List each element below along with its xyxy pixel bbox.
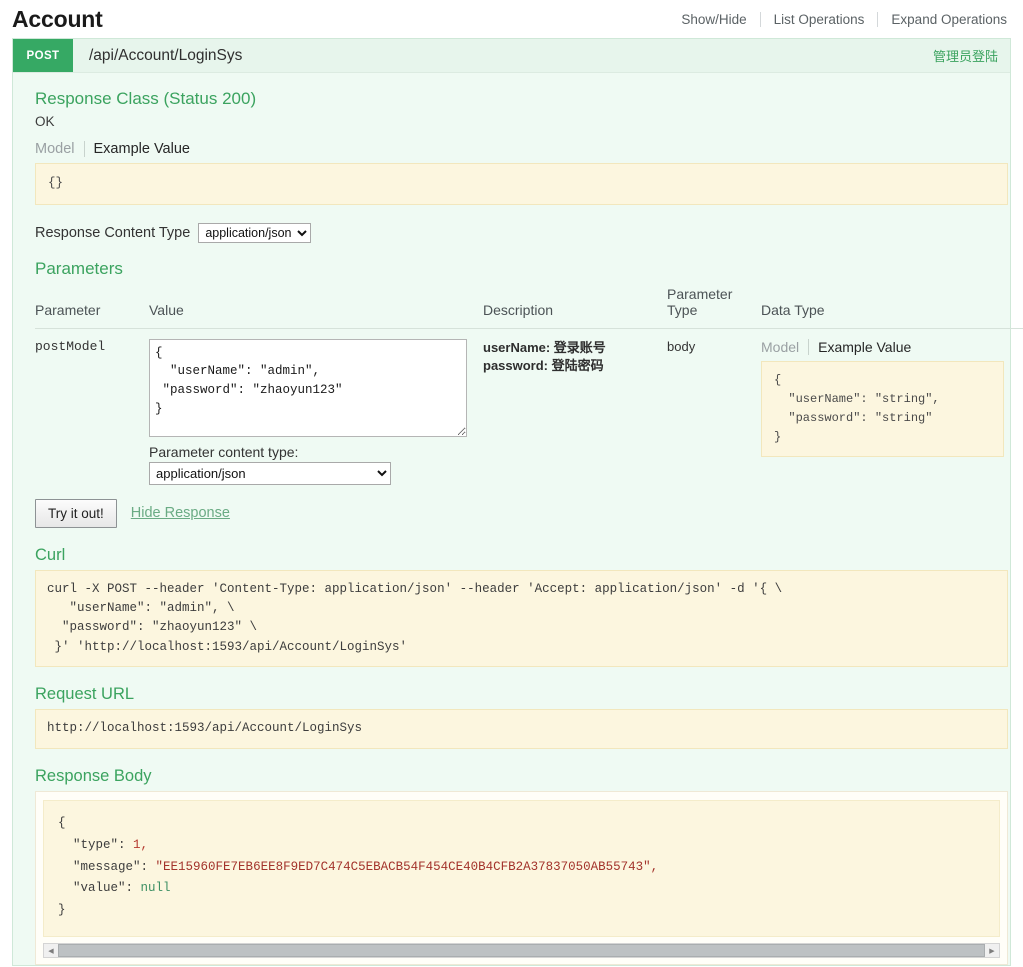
submit-row: Try it out! Hide Response — [35, 498, 994, 528]
column-header-parameter-type: Parameter Type — [667, 283, 761, 329]
tab-example-value[interactable]: Example Value — [85, 141, 190, 157]
table-row: postModel Parameter content type: applic… — [35, 328, 1023, 493]
parameter-name: postModel — [35, 338, 106, 354]
parameter-content-type-label: Parameter content type: — [149, 443, 299, 460]
tab-model[interactable]: Model — [35, 141, 84, 157]
response-body-title: Response Body — [35, 766, 152, 785]
operation-content: Response Class (Status 200) OK Model Exa… — [13, 73, 1023, 966]
request-url-title: Request URL — [35, 685, 135, 704]
column-header-description: Description — [483, 283, 667, 329]
table-header-row: Parameter Value Description Parameter Ty… — [35, 283, 1023, 329]
scroll-left-arrow-icon[interactable]: ◀ — [44, 944, 58, 958]
json-brace-close: } — [58, 903, 66, 918]
operation-path[interactable]: /api/Account/LoginSys — [73, 39, 933, 72]
response-body-horizontal-scrollbar[interactable]: ◀ ▶ — [43, 943, 1000, 959]
description-line-password: password: 登陆密码 — [483, 358, 604, 374]
column-header-data-type: Data Type — [761, 283, 1023, 329]
parameters-table: Parameter Value Description Parameter Ty… — [35, 283, 1023, 493]
parameter-value-cell: Parameter content type: application/json — [149, 328, 483, 493]
json-key-message: "message": — [73, 859, 149, 874]
response-class-status: OK — [35, 113, 55, 129]
json-value-message: "EE15960FE7EB6EE8F9ED7C474C5EBACB54F454C… — [155, 859, 659, 874]
parameter-content-type-wrap: Parameter content type: application/json — [149, 444, 477, 485]
try-it-out-button[interactable]: Try it out! — [35, 498, 117, 528]
operation-block: POST /api/Account/LoginSys 管理员登陆 Respons… — [12, 38, 1023, 967]
operation-summary-link[interactable]: 管理员登陆 — [933, 39, 1010, 72]
list-operations-link[interactable]: List Operations — [761, 12, 878, 27]
tab-example-value[interactable]: Example Value — [809, 339, 911, 355]
column-header-parameter: Parameter — [35, 283, 149, 329]
scrollbar-thumb[interactable] — [58, 944, 985, 958]
parameter-description: userName: 登录账号 password: 登陆密码 — [483, 328, 667, 493]
response-body-section: Response Body { "type": 1, "message": "E… — [23, 765, 1008, 966]
http-method-badge[interactable]: POST — [13, 39, 73, 72]
resource-options: Show/Hide List Operations Expand Operati… — [668, 11, 1009, 27]
request-url-value: http://localhost:1593/api/Account/LoginS… — [35, 709, 1008, 749]
expand-operations-link[interactable]: Expand Operations — [878, 12, 1009, 27]
description-line-username: userName: 登录账号 — [483, 339, 606, 355]
response-example-value: {} — [35, 162, 1008, 205]
json-key-value: "value": — [73, 881, 134, 896]
data-type-tabs: Model Example Value — [761, 338, 1023, 355]
response-class-title: Response Class (Status 200) — [35, 89, 257, 108]
response-content-type-label: Response Content Type — [35, 224, 191, 241]
json-value-value: null — [140, 881, 171, 896]
request-url-section: Request URL http://localhost:1593/api/Ac… — [23, 683, 1008, 749]
column-header-value: Value — [149, 283, 483, 329]
data-type-example-value: { "userName": "string", "password": "str… — [761, 360, 1004, 458]
scroll-right-arrow-icon[interactable]: ▶ — [985, 944, 999, 958]
curl-command: curl -X POST --header 'Content-Type: app… — [35, 569, 1008, 668]
json-key-type: "type": — [73, 837, 126, 852]
response-body-json: { "type": 1, "message": "EE15960FE7EB6EE… — [43, 799, 1000, 938]
show-hide-link[interactable]: Show/Hide — [668, 12, 759, 27]
parameter-content-type-select[interactable]: application/json — [149, 461, 391, 485]
response-model-tabs: Model Example Value — [35, 140, 994, 157]
parameter-value-input[interactable] — [149, 338, 467, 437]
json-brace-open: { — [58, 815, 66, 830]
parameter-type: body — [667, 338, 696, 354]
curl-title: Curl — [35, 545, 66, 564]
resource-header: Account Show/Hide List Operations Expand… — [0, 0, 1023, 38]
parameters-title: Parameters — [35, 258, 123, 278]
curl-section: Curl curl -X POST --header 'Content-Type… — [23, 544, 1008, 668]
response-content-type-select[interactable]: application/json — [198, 222, 312, 243]
json-value-type: 1, — [133, 837, 149, 852]
page-title: Account — [12, 5, 103, 32]
tab-model[interactable]: Model — [761, 339, 808, 355]
hide-response-link[interactable]: Hide Response — [131, 505, 230, 521]
operation-heading[interactable]: POST /api/Account/LoginSys 管理员登陆 — [13, 39, 1010, 73]
response-body-container: { "type": 1, "message": "EE15960FE7EB6EE… — [35, 790, 1008, 966]
response-content-type-row: Response Content Type application/json — [35, 222, 994, 243]
parameter-data-type: Model Example Value { "userName": "strin… — [761, 328, 1023, 493]
